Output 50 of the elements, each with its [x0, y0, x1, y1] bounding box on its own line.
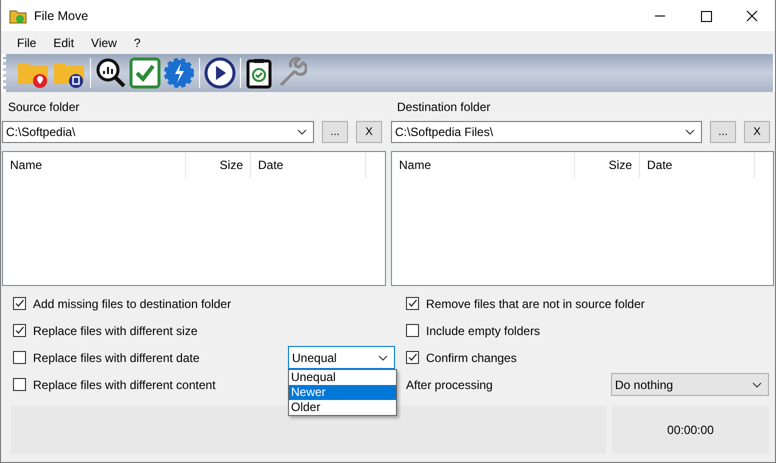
menu-item[interactable]: ?: [126, 36, 150, 50]
checkbox-label[interactable]: Replace files with different content: [33, 378, 216, 392]
clipboard-check-icon[interactable]: [245, 57, 273, 89]
gear-lightning-icon[interactable]: [163, 57, 195, 89]
folder-label: Destination folder: [396, 99, 492, 116]
chevron-down-icon: [685, 129, 695, 135]
checkbox[interactable]: [13, 297, 26, 310]
checkbox[interactable]: [406, 297, 419, 310]
checkbox-label[interactable]: Include empty folders: [426, 324, 540, 338]
checkbox[interactable]: [13, 351, 26, 364]
chevron-down-icon: [297, 129, 307, 135]
checkmark-icon[interactable]: [129, 57, 161, 89]
elapsed-time: 00:00:00: [667, 423, 714, 437]
dropdown-option[interactable]: Unequal: [289, 370, 396, 385]
column-header[interactable]: Size: [186, 152, 251, 178]
browse-button[interactable]: ...: [322, 121, 348, 143]
folder-path-field[interactable]: C:\Softpedia Files\: [391, 121, 702, 143]
after-processing-dropdown[interactable]: Do nothing: [611, 373, 769, 396]
checkbox[interactable]: [406, 351, 419, 364]
search-icon[interactable]: [95, 57, 127, 89]
clear-button[interactable]: X: [744, 121, 770, 143]
checkbox-label[interactable]: Confirm changes: [426, 350, 517, 364]
column-header[interactable]: Date: [640, 152, 755, 178]
menu-item[interactable]: File: [9, 36, 46, 50]
clear-button[interactable]: X: [356, 121, 382, 143]
checkbox-label[interactable]: Add missing files to destination folder: [33, 296, 232, 310]
checkbox-label[interactable]: Remove files that are not in source folder: [426, 296, 645, 310]
chevron-down-icon: [378, 354, 388, 360]
column-header[interactable]: Name: [392, 152, 575, 178]
window-title: File Move: [34, 8, 88, 22]
dropdown-option[interactable]: Newer: [289, 385, 396, 400]
date-compare-dropdown[interactable]: Unequal: [288, 346, 395, 369]
column-header[interactable]: Size: [575, 152, 640, 178]
column-header[interactable]: Name: [3, 152, 186, 178]
chevron-down-icon: [752, 382, 762, 388]
play-icon[interactable]: [204, 57, 236, 89]
folder-label: Source folder: [7, 99, 80, 116]
checkbox-label[interactable]: Replace files with different date: [33, 350, 200, 364]
column-header[interactable]: Date: [251, 152, 366, 178]
folder-path-field[interactable]: C:\Softpedia\: [2, 121, 314, 143]
menu-item[interactable]: Edit: [45, 36, 84, 50]
browse-button[interactable]: ...: [710, 121, 736, 143]
checkbox[interactable]: [13, 378, 26, 391]
menu-item[interactable]: View: [83, 36, 126, 50]
dropdown-option[interactable]: Older: [289, 400, 396, 415]
after-processing-label: After processing: [406, 378, 494, 392]
checkbox-label[interactable]: Replace files with different size: [33, 324, 198, 338]
checkbox[interactable]: [13, 324, 26, 337]
folder-app-icon: [9, 8, 27, 24]
checkbox[interactable]: [406, 324, 419, 337]
